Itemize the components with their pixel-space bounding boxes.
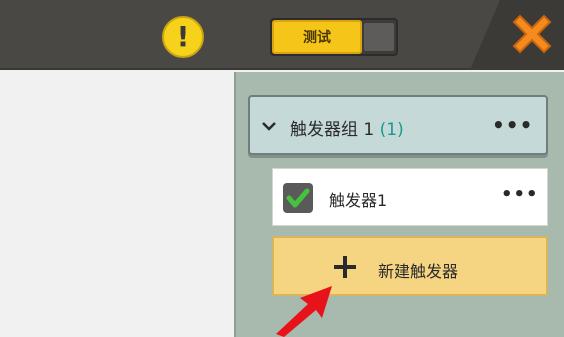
red-arrow-icon	[276, 286, 332, 337]
new-trigger-label: 新建触发器	[378, 262, 459, 281]
test-button[interactable]: 测试	[272, 20, 362, 54]
chevron-down-icon[interactable]	[260, 117, 278, 135]
checkbox-checked-icon[interactable]	[283, 183, 313, 213]
group-more-icon[interactable]: •••	[492, 113, 533, 137]
trigger-list-item[interactable]: 触发器1 •••	[272, 168, 548, 226]
toggle-knob	[364, 23, 394, 51]
group-name: 触发器组 1	[290, 120, 375, 140]
trigger-group-header[interactable]: 触发器组 1 (1) •••	[248, 95, 548, 155]
group-title: 触发器组 1 (1)	[290, 115, 404, 140]
scene-area	[0, 72, 234, 337]
close-icon[interactable]	[506, 8, 558, 60]
test-mode-toggle[interactable]: 测试	[270, 18, 398, 56]
warning-icon[interactable]: !	[162, 16, 204, 58]
plus-icon	[334, 256, 356, 278]
group-count: (1)	[379, 120, 404, 140]
trigger-label: 触发器1	[329, 191, 388, 210]
top-toolbar: ! 测试	[0, 0, 564, 70]
trigger-more-icon[interactable]: •••	[501, 184, 539, 205]
